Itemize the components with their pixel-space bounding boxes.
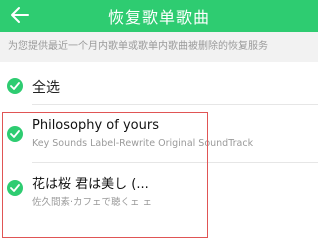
- song-title: 花は桜 君は美し (...: [32, 177, 149, 192]
- song-subtitle: Key Sounds Label-Rewrite Original SoundT…: [32, 138, 254, 149]
- check-circle-icon[interactable]: [7, 180, 23, 196]
- title-bar: 恢复歌单歌曲: [0, 0, 318, 32]
- song-title: Philosophy of yours: [32, 118, 159, 133]
- check-circle-icon[interactable]: [7, 126, 23, 142]
- select-all-label: 全选: [32, 80, 60, 96]
- page-title: 恢复歌单歌曲: [107, 8, 210, 27]
- divider: [32, 104, 318, 105]
- check-circle-icon[interactable]: [7, 78, 23, 94]
- song-subtitle: 佐久間素·カフェで聴くェ ェ: [32, 197, 153, 208]
- info-banner: 为您提供最近一个月内歌单或歌单内歌曲被删除的恢复服务: [0, 32, 318, 62]
- divider: [32, 162, 318, 163]
